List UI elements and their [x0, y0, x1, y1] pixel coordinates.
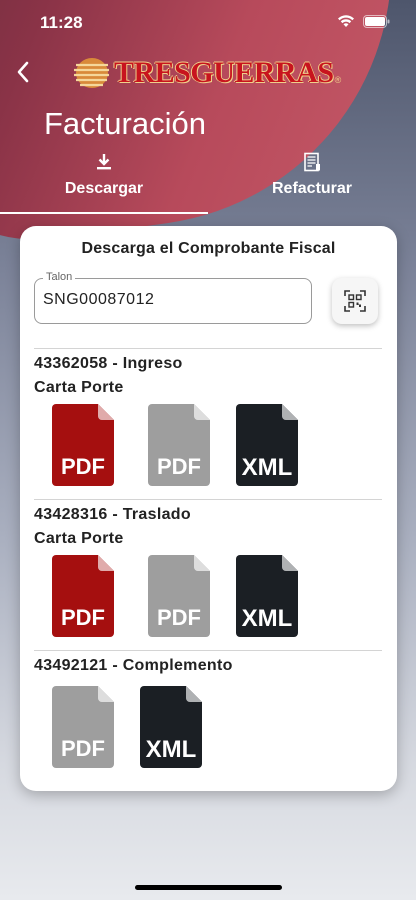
- talon-input[interactable]: [43, 291, 303, 309]
- document-title: 43362058 - Ingreso: [34, 355, 183, 372]
- pdf-download-icon[interactable]: PDF: [52, 686, 114, 768]
- document-subtitle: Carta Porte: [34, 530, 124, 547]
- brand-name: TRESGUERRAS: [114, 56, 334, 89]
- battery-icon: [363, 14, 390, 28]
- file-type-label: PDF: [61, 605, 105, 630]
- xml-download-icon[interactable]: XML: [140, 686, 202, 768]
- divider: [34, 650, 382, 651]
- pdf-download-icon[interactable]: PDF: [148, 404, 210, 486]
- file-type-label: PDF: [61, 736, 105, 761]
- home-indicator[interactable]: [135, 885, 282, 890]
- tab-descargar[interactable]: Descargar: [0, 148, 208, 214]
- tab-bar: Descargar Refacturar: [0, 148, 416, 214]
- divider: [34, 348, 382, 349]
- file-type-label: PDF: [157, 454, 201, 479]
- status-time: 11:28: [40, 13, 83, 32]
- qr-scan-button[interactable]: [332, 278, 378, 324]
- file-type-label: PDF: [157, 605, 201, 630]
- file-type-label: XML: [242, 454, 293, 481]
- file-type-label: XML: [146, 736, 197, 763]
- talon-field[interactable]: Talon: [34, 271, 312, 324]
- status-icons: [337, 14, 390, 28]
- chevron-left-icon: [17, 61, 29, 83]
- document-subtitle: Carta Porte: [34, 379, 124, 396]
- tab-label: Refacturar: [271, 180, 353, 197]
- document-title: 43492121 - Complemento: [34, 657, 233, 674]
- talon-label: Talon: [43, 271, 76, 283]
- active-tab-indicator: [0, 212, 208, 214]
- logo-globe-icon: [74, 58, 109, 88]
- pdf-download-icon[interactable]: PDF: [52, 555, 114, 637]
- file-type-label: XML: [242, 605, 293, 632]
- status-bar: 11:28: [0, 0, 416, 46]
- tab-label: Descargar: [64, 180, 144, 197]
- receipt-icon: [304, 152, 320, 172]
- xml-download-icon[interactable]: XML: [236, 404, 298, 486]
- back-button[interactable]: [12, 58, 34, 86]
- invoice-card: Descarga el Comprobante Fiscal Talon 433…: [20, 226, 397, 791]
- brand-logo: TRESGUERRAS ®: [70, 56, 341, 90]
- divider: [34, 499, 382, 500]
- card-title: Descarga el Comprobante Fiscal: [81, 240, 336, 257]
- wifi-icon: [338, 15, 354, 27]
- registered-mark: ®: [334, 75, 342, 85]
- download-icon: [97, 154, 111, 170]
- tab-refacturar[interactable]: Refacturar: [208, 148, 416, 214]
- page-title: Facturación: [44, 106, 206, 141]
- qr-scan-icon: [344, 290, 366, 312]
- xml-download-icon[interactable]: XML: [236, 555, 298, 637]
- pdf-download-icon[interactable]: PDF: [148, 555, 210, 637]
- document-title: 43428316 - Traslado: [34, 506, 191, 523]
- pdf-download-icon[interactable]: PDF: [52, 404, 114, 486]
- file-type-label: PDF: [61, 454, 105, 479]
